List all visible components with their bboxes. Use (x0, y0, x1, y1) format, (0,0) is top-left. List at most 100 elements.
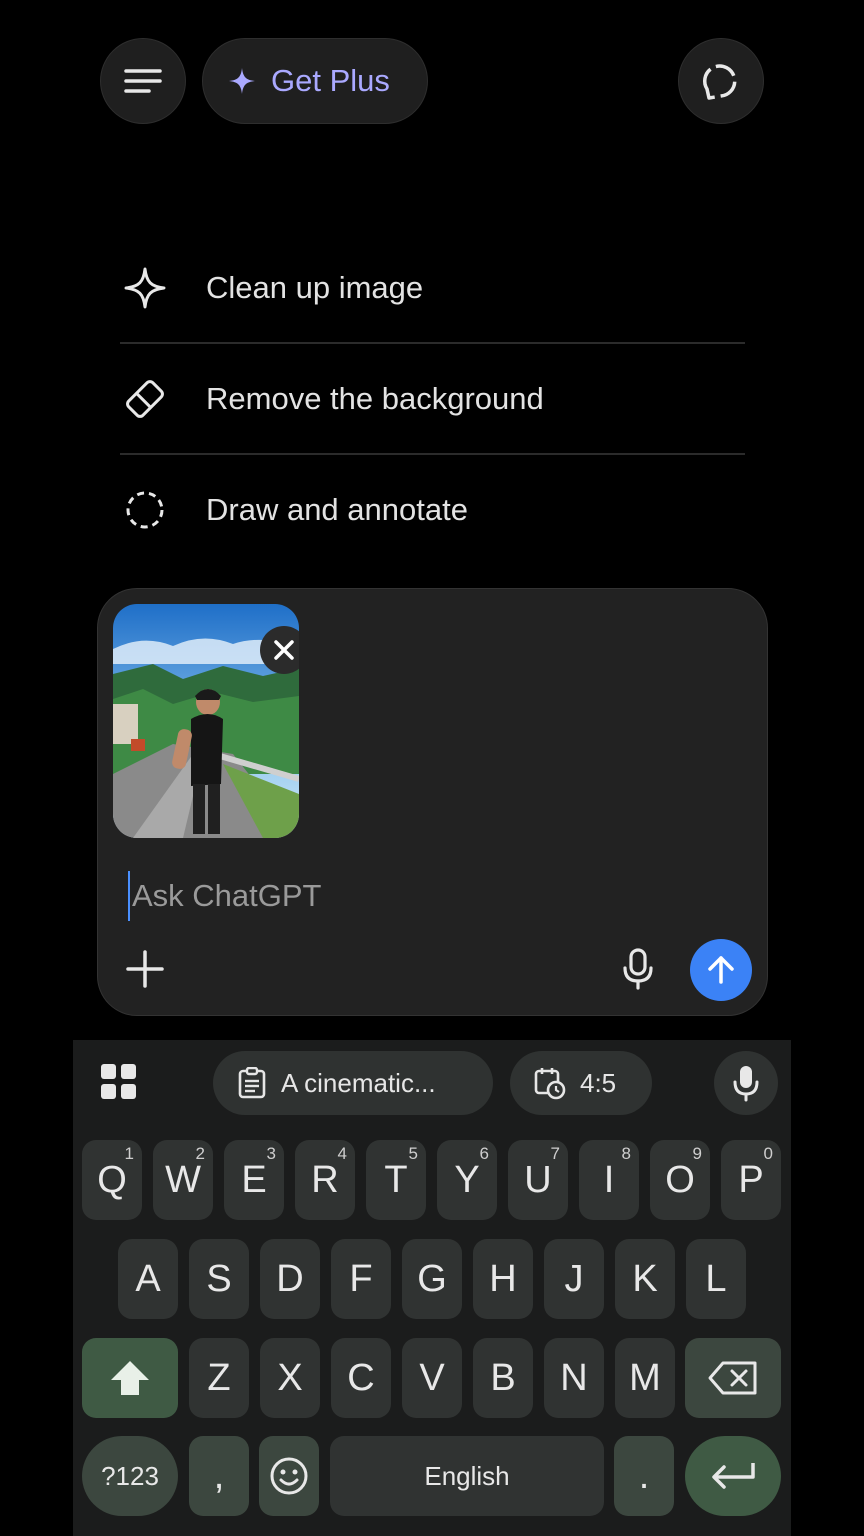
shift-key[interactable] (82, 1338, 178, 1418)
key-label: K (632, 1257, 658, 1300)
key-label: W (165, 1158, 201, 1201)
key-label: J (564, 1257, 584, 1300)
sparkle-icon (122, 265, 168, 311)
emoji-key[interactable] (259, 1436, 319, 1516)
letter-key[interactable]: J (544, 1239, 604, 1319)
key-number-hint: 0 (763, 1144, 773, 1163)
voice-input-button[interactable] (613, 944, 663, 994)
key-number-hint: 8 (621, 1144, 631, 1163)
ask-input[interactable] (128, 871, 688, 921)
letter-key[interactable]: K (615, 1239, 675, 1319)
letter-key[interactable]: G (402, 1239, 462, 1319)
shift-icon (111, 1361, 149, 1395)
attachment-thumbnail[interactable] (113, 604, 299, 838)
arrow-up-icon (708, 956, 734, 984)
letter-key[interactable]: M (615, 1338, 675, 1418)
period-key[interactable]: . (614, 1436, 674, 1516)
key-label: I (603, 1158, 615, 1201)
on-screen-keyboard: A cinematic... 4:5 Q1W2E3R4T5Y6U7I8O9P0 … (73, 1040, 791, 1536)
microphone-icon (733, 1066, 759, 1102)
key-label: Z (207, 1356, 231, 1399)
key-label: S (206, 1257, 232, 1300)
ratio-suggestion-chip[interactable]: 4:5 (510, 1051, 652, 1115)
letter-key[interactable]: I8 (579, 1140, 639, 1220)
enter-key[interactable] (685, 1436, 781, 1516)
letter-key[interactable]: R4 (295, 1140, 355, 1220)
clipboard-suggestion-chip[interactable]: A cinematic... (213, 1051, 493, 1115)
key-label: X (277, 1356, 303, 1399)
dashed-circle-icon (122, 487, 168, 533)
eraser-icon (122, 376, 168, 422)
backspace-icon (708, 1361, 757, 1395)
letter-key[interactable]: O9 (650, 1140, 710, 1220)
letter-key[interactable]: Y6 (437, 1140, 497, 1220)
letter-key[interactable]: X (260, 1338, 320, 1418)
key-label: N (560, 1356, 588, 1399)
suggestion-label: Draw and annotate (206, 491, 468, 527)
letter-key[interactable]: W2 (153, 1140, 213, 1220)
plus-icon (126, 950, 164, 988)
letter-key[interactable]: L (686, 1239, 746, 1319)
key-label: F (349, 1257, 373, 1300)
key-number-hint: 1 (124, 1144, 134, 1163)
send-button[interactable] (690, 939, 752, 1001)
menu-button[interactable] (100, 38, 186, 124)
key-number-hint: 5 (408, 1144, 418, 1163)
letter-key[interactable]: T5 (366, 1140, 426, 1220)
letter-key[interactable]: P0 (721, 1140, 781, 1220)
key-label: Q (97, 1158, 127, 1201)
letter-key[interactable]: S (189, 1239, 249, 1319)
key-label: R (311, 1158, 339, 1201)
new-chat-button[interactable] (678, 38, 764, 124)
letter-key[interactable]: B (473, 1338, 533, 1418)
calendar-clock-icon (534, 1068, 566, 1100)
letter-key[interactable]: Z (189, 1338, 249, 1418)
letter-key[interactable]: Q1 (82, 1140, 142, 1220)
suggestion-label: Clean up image (206, 269, 424, 305)
letter-key[interactable]: V (402, 1338, 462, 1418)
letter-key[interactable]: D (260, 1239, 320, 1319)
symbols-key[interactable]: ?123 (82, 1436, 178, 1516)
letter-key[interactable]: A (118, 1239, 178, 1319)
key-number-hint: 7 (550, 1144, 560, 1163)
suggestion-remove-background[interactable]: Remove the background (120, 343, 745, 454)
letter-key[interactable]: N (544, 1338, 604, 1418)
key-label: H (489, 1257, 517, 1300)
key-number-hint: 3 (266, 1144, 276, 1163)
comma-key[interactable]: , (189, 1436, 249, 1516)
get-plus-button[interactable]: Get Plus (202, 38, 428, 124)
key-label: Y (454, 1158, 480, 1201)
key-label: M (629, 1356, 661, 1399)
letter-key[interactable]: F (331, 1239, 391, 1319)
composer (97, 588, 768, 1016)
key-label: B (490, 1356, 516, 1399)
ratio-chip-label: 4:5 (580, 1067, 617, 1098)
backspace-key[interactable] (685, 1338, 781, 1418)
space-key[interactable]: English (330, 1436, 604, 1516)
letter-key[interactable]: U7 (508, 1140, 568, 1220)
suggestion-draw-annotate[interactable]: Draw and annotate (120, 454, 745, 565)
key-label: C (347, 1356, 375, 1399)
suggestion-clean-up-image[interactable]: Clean up image (120, 232, 745, 343)
keyboard-toolbar: A cinematic... 4:5 (73, 1040, 791, 1130)
menu-icon (124, 69, 162, 93)
key-number-hint: 6 (479, 1144, 489, 1163)
microphone-icon (623, 948, 653, 990)
key-label: L (705, 1257, 727, 1300)
get-plus-label: Get Plus (271, 63, 390, 98)
key-label: G (417, 1257, 447, 1300)
letter-key[interactable]: E3 (224, 1140, 284, 1220)
key-label: D (276, 1257, 304, 1300)
key-label: T (384, 1158, 408, 1201)
emoji-icon (270, 1457, 308, 1495)
letter-key[interactable]: H (473, 1239, 533, 1319)
key-label: O (665, 1158, 695, 1201)
apps-grid-icon[interactable] (99, 1062, 139, 1102)
letter-key[interactable]: C (331, 1338, 391, 1418)
enter-icon (712, 1463, 755, 1489)
key-number-hint: 9 (692, 1144, 702, 1163)
add-attachment-button[interactable] (120, 944, 170, 994)
keyboard-voice-button[interactable] (714, 1051, 778, 1115)
close-icon (274, 640, 294, 660)
key-label: V (419, 1356, 445, 1399)
